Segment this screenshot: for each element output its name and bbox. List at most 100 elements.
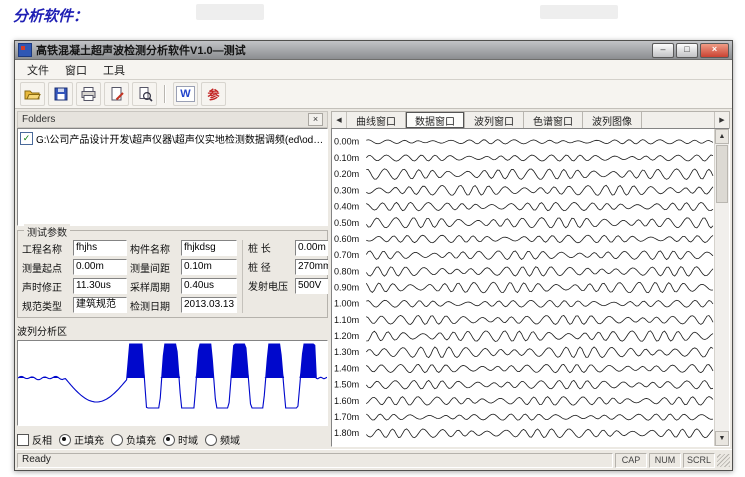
lock-indicator: CAP (615, 453, 647, 468)
scroll-down-icon[interactable]: ▼ (715, 431, 729, 446)
invert-checkbox-group[interactable]: 反相 (17, 432, 52, 447)
menu-item[interactable]: 工具 (95, 60, 133, 80)
lock-indicator: NUM (649, 453, 681, 468)
field-label: 测量间距 (130, 260, 178, 275)
maximize-button[interactable]: □ (676, 43, 698, 58)
wave-train-plot: 0.00m0.10m0.20m0.30m0.40m0.50m0.60m0.70m… (332, 129, 715, 446)
vertical-scrollbar[interactable]: ▲ ▼ (714, 129, 729, 446)
field-value[interactable]: fhjhs (73, 240, 127, 256)
field-value[interactable]: 0.00m (295, 240, 328, 256)
wave-trace (366, 397, 713, 405)
status-ready: Ready (17, 453, 613, 468)
wave-depth-label: 1.00m (334, 299, 359, 309)
tab-bar: ◀ 曲线窗口数据窗口波列窗口色谱窗口波列图像 ▶ (331, 111, 730, 128)
app-icon (18, 43, 32, 57)
left-panel: Folders × ✓ G:\公司产品设计开发\超声仪器\超声仪实地检测数据调频… (17, 111, 328, 447)
tab-scroll-left-icon[interactable]: ◀ (332, 112, 347, 128)
fill-radio[interactable] (59, 434, 71, 446)
domain-radio[interactable] (205, 434, 217, 446)
scrollbar-thumb[interactable] (716, 145, 728, 203)
preview-button[interactable] (132, 82, 157, 106)
tree-checkbox[interactable]: ✓ (20, 132, 33, 145)
menu-item[interactable]: 窗口 (57, 60, 95, 80)
app-window: 高铁混凝土超声波检测分析软件V1.0—测试 – □ × 文件窗口工具 (14, 40, 733, 471)
close-button[interactable]: × (700, 43, 729, 58)
wave-trace (366, 380, 713, 388)
wave-depth-label: 0.10m (334, 153, 359, 163)
lock-indicator: SCRL (683, 453, 715, 468)
field-value[interactable]: 2013.03.13 (181, 297, 237, 313)
open-button[interactable] (20, 82, 45, 106)
wave-trace (366, 414, 713, 420)
field-value[interactable]: 500V (295, 278, 328, 294)
folders-title: Folders (22, 114, 55, 125)
tree-item[interactable]: ✓ G:\公司产品设计开发\超声仪器\超声仪实地检测数据调频(ed\od03\o… (20, 131, 325, 146)
wave-trace (366, 364, 713, 372)
field-value[interactable]: 0.10m (181, 259, 237, 275)
params-right: 桩 长0.00m桩 径270mm发射电压500V (242, 240, 328, 313)
page-artifact (196, 4, 264, 20)
analysis-waveform (18, 341, 327, 425)
wave-depth-label: 1.20m (334, 331, 359, 341)
field-label: 检测日期 (130, 298, 178, 313)
wave-depth-label: 0.00m (334, 137, 359, 147)
wave-trace (366, 429, 713, 438)
wave-trace (366, 218, 713, 228)
field-label: 规范类型 (22, 298, 70, 313)
resize-grip[interactable] (717, 454, 730, 467)
fill-radio[interactable] (111, 434, 123, 446)
wave-depth-label: 0.60m (334, 234, 359, 244)
wave-analysis-title: 波列分析区 (17, 323, 328, 338)
invert-label: 反相 (32, 432, 52, 447)
wave-trace (366, 155, 713, 161)
scrollbar-track[interactable] (715, 204, 729, 431)
domain-radio-group[interactable]: 时域 (163, 432, 198, 447)
field-value[interactable]: 11.30us (73, 278, 127, 294)
folders-close-icon[interactable]: × (308, 113, 323, 126)
wave-depth-label: 1.30m (334, 347, 359, 357)
tab-scroll-right-icon[interactable]: ▶ (714, 112, 729, 128)
page-artifact (540, 5, 618, 19)
domain-radio-group[interactable]: 频域 (205, 432, 240, 447)
save-icon (53, 86, 69, 102)
wave-depth-label: 1.10m (334, 315, 359, 325)
tab-item[interactable]: 波列窗口 (465, 112, 524, 128)
menu-bar: 文件窗口工具 (15, 60, 732, 80)
test-params-groupbox: 测试参数 工程名称fhjhs构件名称fhjkdsg测量起点0.00m测量间距0.… (17, 230, 328, 318)
scroll-up-icon[interactable]: ▲ (715, 129, 729, 144)
wave-depth-label: 0.20m (334, 169, 359, 179)
fill-radio-group[interactable]: 正填充 (59, 432, 104, 447)
field-value[interactable]: 270mm (295, 259, 328, 275)
menu-item[interactable]: 文件 (19, 60, 57, 80)
save-button[interactable] (48, 82, 73, 106)
fill-radio-label: 正填充 (74, 432, 104, 447)
titlebar[interactable]: 高铁混凝土超声波检测分析软件V1.0—测试 – □ × (15, 41, 732, 60)
printer-icon (80, 86, 97, 102)
wave-depth-label: 1.50m (334, 380, 359, 390)
tab-item[interactable]: 曲线窗口 (347, 112, 406, 128)
field-value[interactable]: 0.40us (181, 278, 237, 294)
right-panel: ◀ 曲线窗口数据窗口波列窗口色谱窗口波列图像 ▶ 0.00m 0.10m 0.20m 0… (331, 111, 730, 447)
field-value[interactable]: fhjkdsg (181, 240, 237, 256)
word-export-button[interactable]: W (173, 82, 198, 106)
wave-depth-label: 0.90m (334, 283, 359, 293)
invert-checkbox[interactable] (17, 434, 29, 446)
params-button[interactable]: 参 (201, 82, 226, 106)
wave-trace (366, 235, 713, 243)
field-value[interactable]: 建筑规范 (73, 297, 127, 313)
tab-item[interactable]: 数据窗口 (406, 112, 465, 128)
export-button[interactable] (104, 82, 129, 106)
field-label: 桩 长 (248, 240, 292, 256)
fill-radio-group[interactable]: 负填充 (111, 432, 156, 447)
wave-trace (366, 282, 713, 293)
domain-radio-label: 时域 (178, 432, 198, 447)
field-value[interactable]: 0.00m (73, 259, 127, 275)
field-label: 测量起点 (22, 260, 70, 275)
tab-item[interactable]: 色谱窗口 (524, 112, 583, 128)
domain-radio[interactable] (163, 434, 175, 446)
tab-item[interactable]: 波列图像 (583, 112, 642, 128)
wave-trace (366, 251, 713, 260)
print-button[interactable] (76, 82, 101, 106)
wave-train-area: 0.00m0.10m0.20m0.30m0.40m0.50m0.60m0.70m… (331, 128, 730, 447)
minimize-button[interactable]: – (652, 43, 674, 58)
